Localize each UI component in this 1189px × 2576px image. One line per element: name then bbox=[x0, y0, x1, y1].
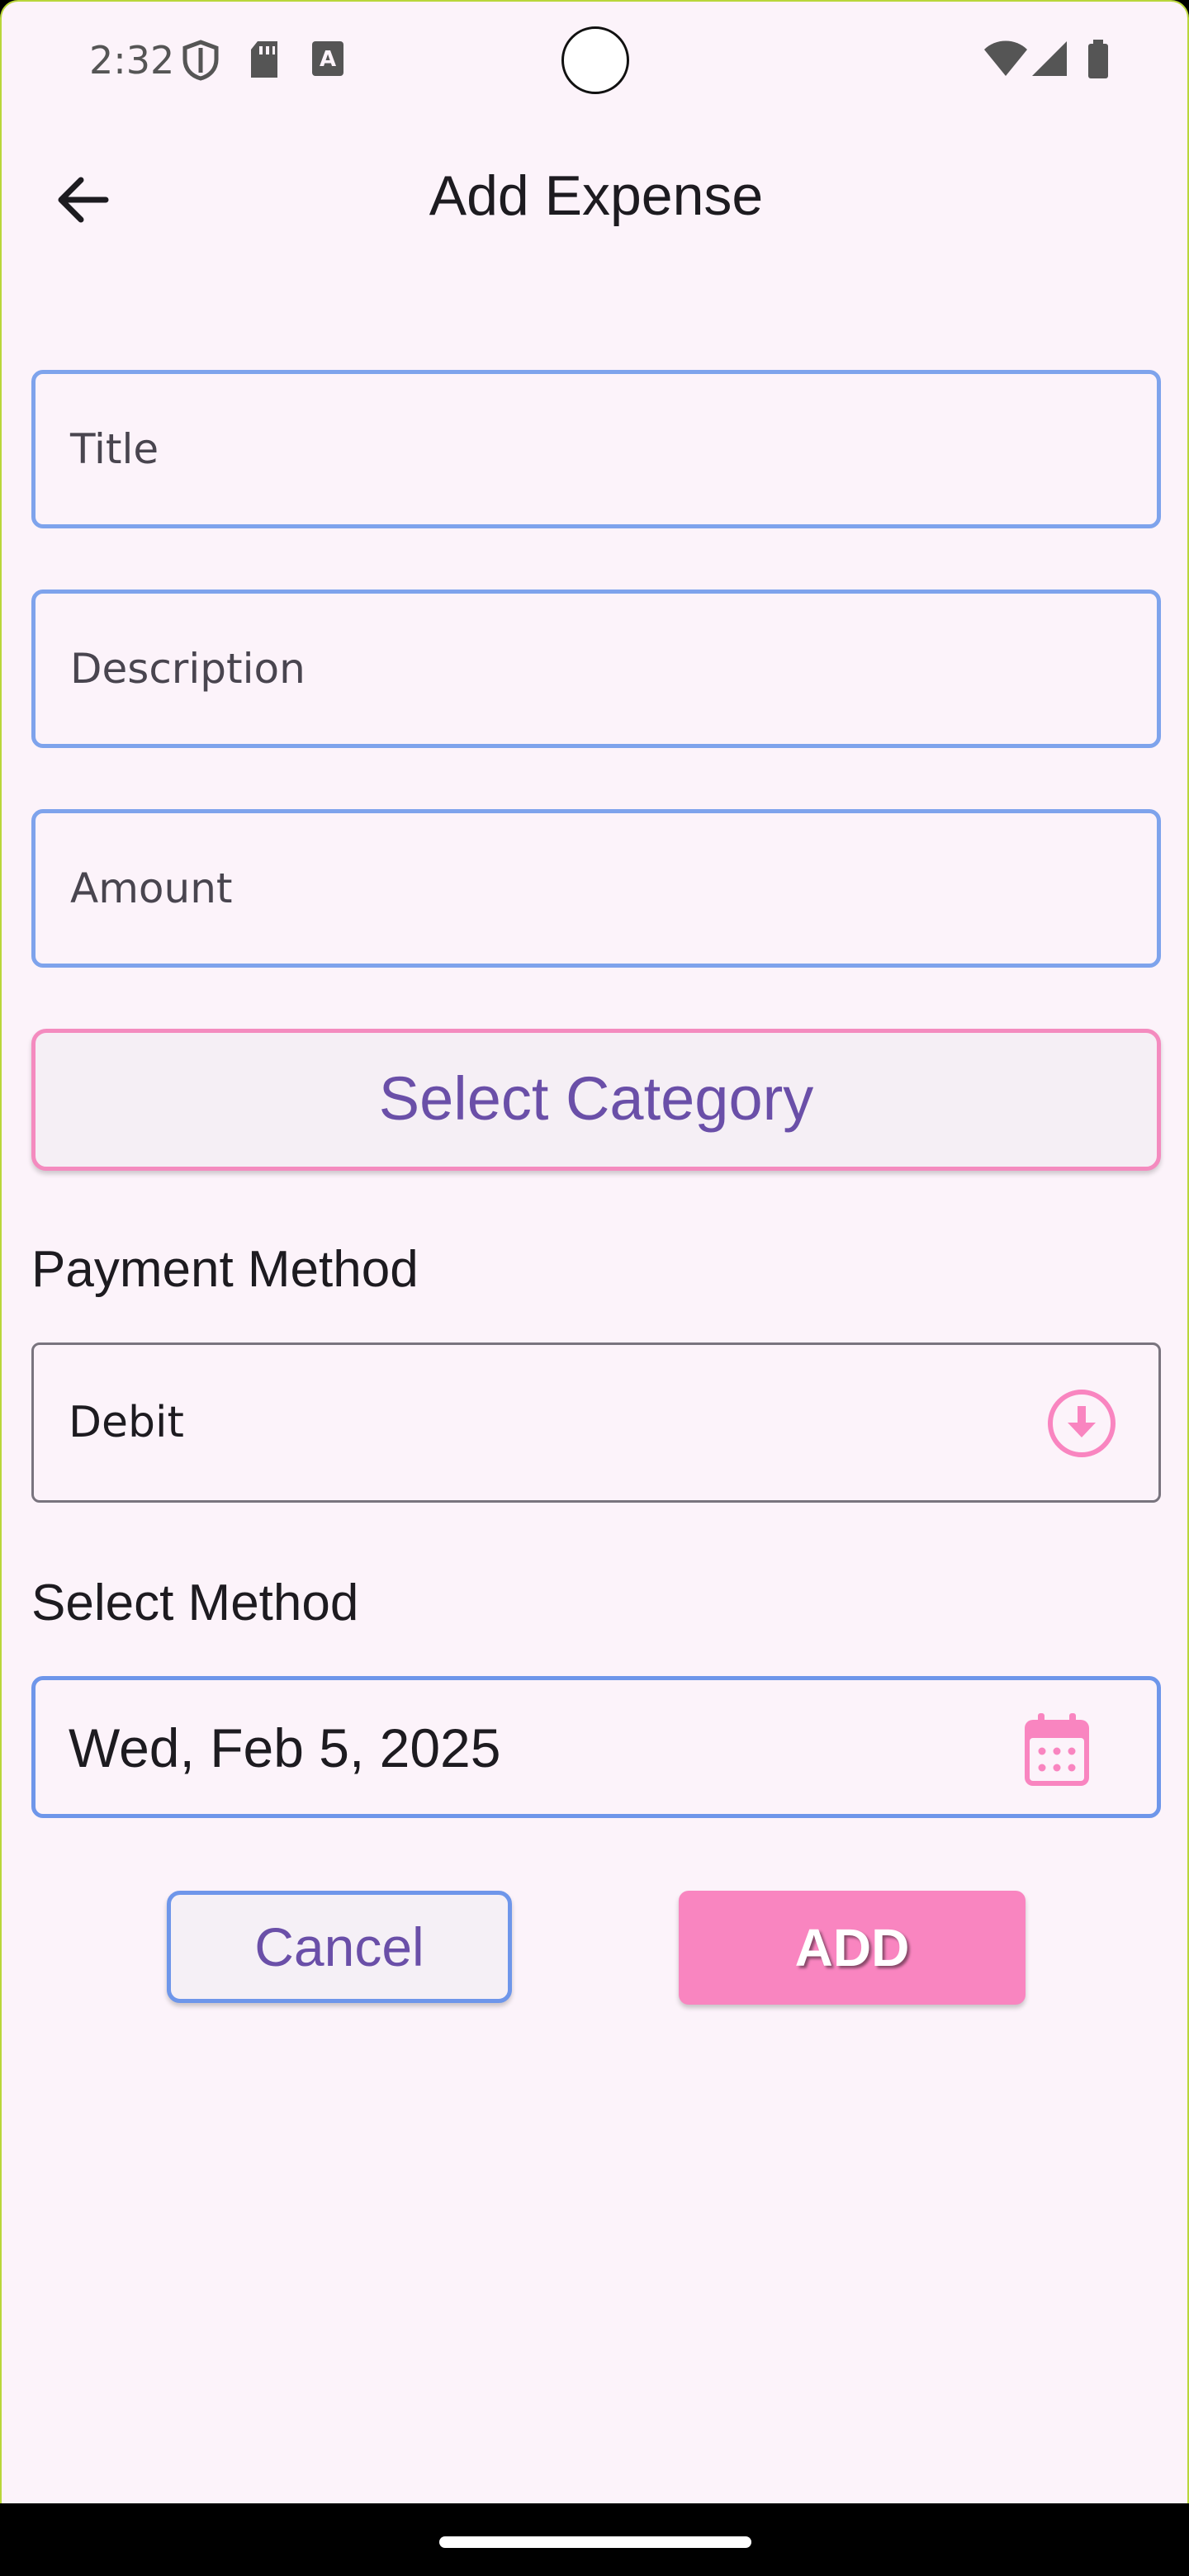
page-title: Add Expense bbox=[429, 164, 764, 227]
description-placeholder: Description bbox=[70, 645, 306, 693]
title-field[interactable]: Title bbox=[31, 370, 1161, 528]
home-gesture-handle[interactable] bbox=[439, 2536, 751, 2548]
date-field[interactable]: Wed, Feb 5, 2025 bbox=[31, 1676, 1161, 1818]
status-time: 2:32 bbox=[89, 38, 175, 83]
text-a-icon: A bbox=[312, 41, 343, 76]
amount-placeholder: Amount bbox=[70, 864, 233, 912]
title-placeholder: Title bbox=[70, 425, 159, 473]
camera-cutout bbox=[561, 26, 629, 94]
calendar-icon[interactable] bbox=[1021, 1712, 1092, 1788]
svg-text:A: A bbox=[320, 47, 336, 72]
signal-icon bbox=[1032, 41, 1067, 76]
select-method-label: Select Method bbox=[31, 1574, 359, 1631]
app-screen: 2:32 A Add Expense Title Description Amo… bbox=[0, 0, 1189, 2505]
select-category-button[interactable]: Select Category bbox=[31, 1029, 1161, 1171]
payment-method-label: Payment Method bbox=[31, 1241, 419, 1298]
amount-field[interactable]: Amount bbox=[31, 809, 1161, 968]
navigation-bar bbox=[0, 2503, 1189, 2576]
date-value: Wed, Feb 5, 2025 bbox=[69, 1717, 501, 1778]
sd-card-icon bbox=[251, 41, 277, 78]
add-button[interactable]: ADD bbox=[679, 1891, 1026, 2005]
cancel-button[interactable]: Cancel bbox=[167, 1891, 512, 2003]
description-field[interactable]: Description bbox=[31, 590, 1161, 748]
payment-method-value: Debit bbox=[69, 1398, 184, 1447]
payment-method-dropdown[interactable]: Debit bbox=[31, 1342, 1161, 1503]
shield-icon bbox=[182, 40, 219, 81]
battery-icon bbox=[1088, 40, 1108, 78]
wifi-icon bbox=[984, 40, 1027, 76]
arrow-down-circle-icon[interactable] bbox=[1045, 1386, 1119, 1461]
